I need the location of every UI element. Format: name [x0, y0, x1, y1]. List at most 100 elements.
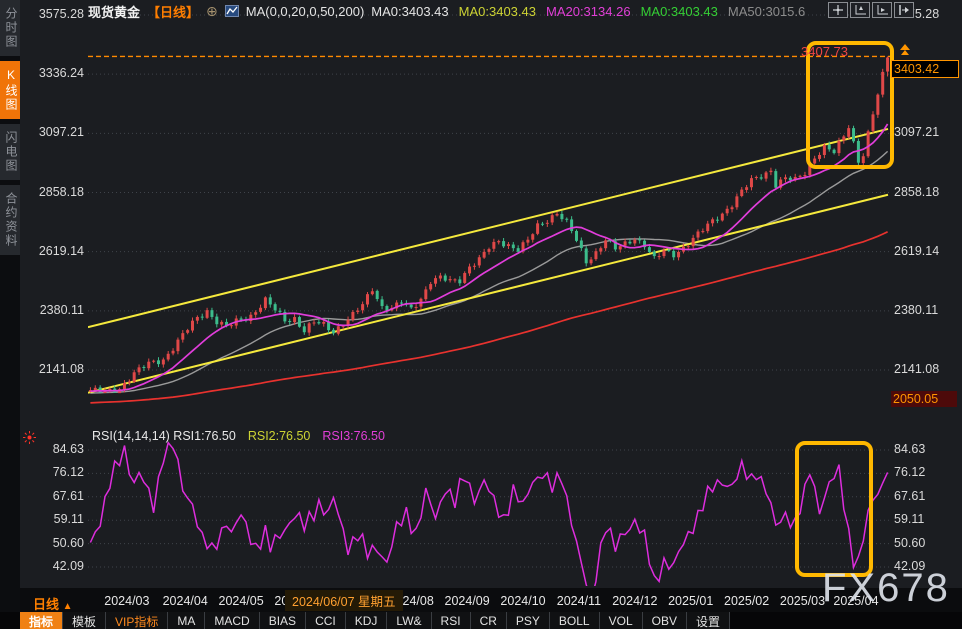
rsi-tick-right-3: 59.11: [894, 512, 958, 526]
rsi1-value: RSI(14,14,14) RSI1:76.50: [92, 429, 236, 443]
rsi-line: [90, 443, 887, 586]
rsi-tick-right-1: 76.12: [894, 465, 958, 479]
instrument-title: 现货黄金: [88, 2, 140, 21]
price-tick-right-3: 2858.18: [894, 185, 958, 199]
toolbar-tab-设置[interactable]: 设置: [687, 612, 730, 629]
chevron-up-icon: ▲: [63, 601, 73, 612]
toolbar-tab-模板[interactable]: 模板: [63, 612, 106, 629]
chart-type-sidebar: 分时图 K线图闪电图合约资料: [0, 0, 20, 629]
channel-line-0: [88, 129, 888, 327]
toolbar-tab-MACD[interactable]: MACD: [205, 612, 259, 629]
highlight-box-rsi: [795, 441, 873, 577]
highlight-box-price: [806, 41, 894, 169]
timeframe-label: 日线: [33, 597, 59, 612]
ma-legend-item-3: MA0:3403.43: [641, 4, 718, 19]
date-label-2024/05: 2024/05: [219, 594, 264, 608]
sidebar-tab-2[interactable]: 闪电图: [0, 124, 20, 180]
axis-up-icon[interactable]: [850, 2, 870, 18]
rsi-tick-left-1: 76.12: [24, 465, 84, 479]
date-label-2024/10: 2024/10: [500, 594, 545, 608]
sidebar-tab-3[interactable]: 合约资料: [0, 185, 20, 255]
add-circle-icon[interactable]: ⊕: [206, 3, 218, 20]
price-tick-left-6: 2141.08: [24, 362, 84, 376]
toolbar-tab-BIAS[interactable]: BIAS: [260, 612, 306, 629]
sidebar-tab-1[interactable]: K线图: [0, 61, 20, 119]
crosshair-icon[interactable]: [828, 2, 848, 18]
ma-legend-item-0: MA0:3403.43: [371, 4, 448, 19]
date-tooltip: 2024/06/07 星期五: [285, 590, 403, 611]
indicator-settings-icon[interactable]: [23, 431, 36, 444]
chart-header: 现货黄金 【日线】 ⊕ MA(0,0,20,0,50,200) MA0:3403…: [88, 2, 805, 20]
ma-legend-item-1: MA0:3403.43: [459, 4, 536, 19]
rsi-tick-right-4: 50.60: [894, 536, 958, 550]
rsi-tick-right-0: 84.63: [894, 442, 958, 456]
rsi-gridlines: [88, 450, 890, 567]
ma200-line: [90, 232, 887, 403]
date-label-2024/11: 2024/11: [557, 594, 601, 608]
ma-legend-item-4: MA50:3015.6: [728, 4, 805, 19]
period-tag: 【日线】: [147, 2, 199, 21]
candlestick-chart[interactable]: [88, 10, 890, 430]
toolbar-tab-CCI[interactable]: CCI: [306, 612, 346, 629]
price-tick-left-0: 3575.28: [24, 7, 84, 21]
toolbar-tab-KDJ[interactable]: KDJ: [346, 612, 388, 629]
toolbar-tab-OBV[interactable]: OBV: [643, 612, 687, 629]
channel-line-1: [88, 195, 888, 393]
toolbar-tab-指标[interactable]: 指标: [20, 612, 63, 629]
ma-legend-item-2: MA20:3134.26: [546, 4, 631, 19]
toolbar-tab-PSY[interactable]: PSY: [507, 612, 550, 629]
price-tick-left-3: 2858.18: [24, 185, 84, 199]
toolbar-tab-LW&[interactable]: LW&: [387, 612, 431, 629]
ma-params: MA(0,0,20,0,50,200): [246, 4, 365, 19]
period-low-tag: 2050.05: [891, 391, 957, 407]
price-tick-left-2: 3097.21: [24, 125, 84, 139]
price-tick-right-6: 2141.08: [894, 362, 958, 376]
date-label-2024/04: 2024/04: [163, 594, 208, 608]
rsi3-value: RSI3:76.50: [322, 429, 385, 443]
price-tick-left-5: 2380.11: [24, 303, 84, 317]
toolbar-tab-MA[interactable]: MA: [168, 612, 205, 629]
high-price-label: 3407.73: [801, 44, 848, 59]
rsi-tick-left-2: 67.61: [24, 489, 84, 503]
date-axis: 2024/032024/042024/052024/062024/072024/…: [20, 588, 962, 612]
timeframe-selector[interactable]: 日线 ▲: [33, 594, 73, 613]
rsi-tick-right-2: 67.61: [894, 489, 958, 503]
price-tick-right-2: 3097.21: [894, 125, 958, 139]
toolbar-tab-VIP指标[interactable]: VIP指标: [106, 612, 168, 629]
rsi2-value: RSI2:76.50: [248, 429, 311, 443]
price-tick-right-5: 2380.11: [894, 303, 958, 317]
axis-right-icon[interactable]: [872, 2, 892, 18]
rsi-tick-left-4: 50.60: [24, 536, 84, 550]
rsi-tick-left-0: 84.63: [24, 442, 84, 456]
toolbar-tab-VOL[interactable]: VOL: [600, 612, 643, 629]
toolbar-tab-BOLL[interactable]: BOLL: [550, 612, 600, 629]
trading-app: 分时图 K线图闪电图合约资料 现货黄金 【日线】 ⊕ MA(0,0,20,0,50…: [0, 0, 962, 629]
price-up-arrow-icon: [898, 44, 912, 58]
trend-channel: [88, 129, 888, 393]
date-label-2024/12: 2024/12: [612, 594, 657, 608]
last-price-tag: 3403.42: [891, 60, 959, 78]
indicator-toolbar: 指标模板VIP指标MAMACDBIASCCIKDJLW&RSICRPSYBOLL…: [0, 612, 962, 629]
rsi-tick-left-3: 59.11: [24, 512, 84, 526]
price-tick-right-4: 2619.14: [894, 244, 958, 258]
toolbar-tab-CR[interactable]: CR: [471, 612, 507, 629]
date-label-2025/01: 2025/01: [668, 594, 713, 608]
rsi-chart[interactable]: [88, 435, 890, 586]
ma20-line: [90, 124, 887, 391]
date-label-2025/02: 2025/02: [724, 594, 769, 608]
indicator-chart-icon[interactable]: [225, 5, 239, 17]
toolbar-filler: [730, 612, 962, 629]
ma50-line: [90, 151, 887, 393]
date-label-2024/03: 2024/03: [104, 594, 149, 608]
rsi-tick-left-5: 42.09: [24, 559, 84, 573]
toolbar-tab-RSI[interactable]: RSI: [432, 612, 471, 629]
rsi-header: RSI(14,14,14) RSI1:76.50 RSI2:76.50 RSI3…: [92, 429, 385, 443]
date-label-2025/03: 2025/03: [780, 594, 825, 608]
date-label-2024/09: 2024/09: [445, 594, 490, 608]
watermark: FX678: [822, 566, 950, 611]
ma-legend: MA0:3403.43 MA0:3403.43 MA20:3134.26 MA0:34…: [371, 4, 805, 19]
ma-lines-under: [90, 151, 887, 403]
sidebar-tab-0[interactable]: 分时图: [0, 0, 20, 56]
shift-right-icon[interactable]: [894, 2, 914, 18]
price-tick-left-1: 3336.24: [24, 66, 84, 80]
